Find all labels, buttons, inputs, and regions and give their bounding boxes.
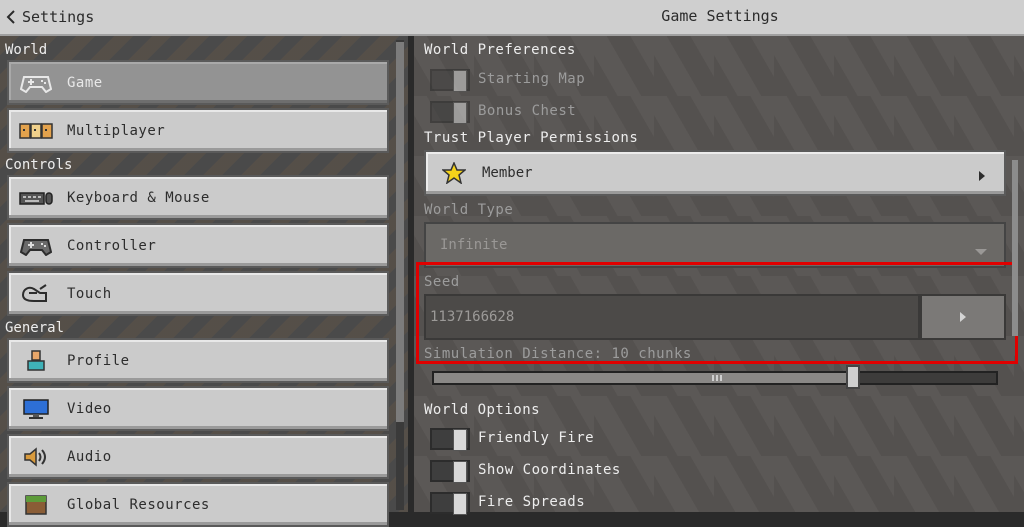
back-button[interactable]: Settings — [6, 6, 94, 28]
sidebar-item-label: Video — [67, 400, 112, 417]
sidebar-item-video[interactable]: Video — [7, 386, 389, 431]
show-coordinates-toggle[interactable] — [430, 460, 470, 483]
sidebar-item-controller[interactable]: Controller — [7, 223, 389, 268]
sidebar-item-keyboard-mouse[interactable]: Keyboard & Mouse — [7, 175, 389, 220]
trust-permissions-dropdown[interactable]: Member — [424, 150, 1006, 196]
star-icon — [440, 161, 468, 188]
toggle-knob — [453, 102, 467, 124]
sidebar-item-label: Game — [67, 74, 103, 91]
controller-icon — [19, 234, 53, 258]
sidebar-item-profile[interactable]: Profile — [7, 338, 389, 383]
slider-handle[interactable] — [846, 365, 860, 389]
speaker-icon — [19, 445, 53, 469]
bonus-chest-toggle[interactable] — [430, 101, 470, 124]
sidebar-item-label: Controller — [67, 237, 157, 254]
back-label: Settings — [22, 8, 95, 26]
toggle-knob — [453, 70, 467, 92]
bonus-chest-label: Bonus Chest — [478, 103, 577, 119]
section-heading-trust-permissions: Trust Player Permissions — [424, 130, 639, 146]
sidebar-item-label: Global Resources — [67, 496, 210, 513]
highlight-box — [416, 262, 1018, 364]
fire-spreads-toggle[interactable] — [430, 492, 470, 515]
trust-permissions-value: Member — [482, 165, 533, 181]
sidebar-scrollbar-thumb[interactable] — [396, 42, 404, 422]
section-heading-world-options: World Options — [424, 402, 541, 418]
toggle-knob — [453, 429, 467, 451]
sidebar-item-touch[interactable]: Touch — [7, 271, 389, 316]
chevron-right-icon — [978, 167, 986, 186]
show-coordinates-label: Show Coordinates — [478, 462, 621, 478]
sidebar-item-global-resources[interactable]: Global Resources — [7, 482, 389, 527]
touch-icon — [19, 282, 53, 306]
sidebar-item-game[interactable]: Game — [7, 60, 389, 105]
sidebar-scrollbar[interactable] — [396, 40, 404, 510]
slider-fill — [434, 373, 856, 383]
sidebar-item-label: Audio — [67, 448, 112, 465]
world-type-value: Infinite — [440, 237, 508, 253]
keyboard-icon — [19, 186, 53, 210]
controller-icon — [19, 71, 53, 95]
friendly-fire-toggle[interactable] — [430, 428, 470, 451]
page-title: Game Settings — [661, 7, 779, 25]
settings-scrollbar-thumb[interactable] — [1012, 160, 1018, 336]
sidebar-item-label: Profile — [67, 352, 130, 369]
section-heading-world-type: World Type — [424, 202, 514, 218]
section-heading-world-preferences: World Preferences — [424, 42, 576, 58]
sidebar-item-label: Keyboard & Mouse — [67, 189, 210, 206]
simulation-distance-slider[interactable] — [432, 371, 998, 385]
profile-icon — [19, 349, 53, 373]
top-bar: Settings Game Settings — [0, 0, 1024, 36]
slider-midpoint-marker — [712, 375, 722, 381]
starting-map-toggle[interactable] — [430, 69, 470, 92]
grass-block-icon — [19, 493, 53, 517]
sidebar-item-audio[interactable]: Audio — [7, 434, 389, 479]
sidebar-item-label: Touch — [67, 285, 112, 302]
friendly-fire-label: Friendly Fire — [478, 430, 595, 446]
sidebar-item-multiplayer[interactable]: Multiplayer — [7, 108, 389, 153]
chevron-down-icon — [974, 241, 988, 260]
sidebar-item-label: Multiplayer — [67, 122, 166, 139]
multiplayer-icon — [19, 119, 53, 143]
monitor-icon — [19, 397, 53, 421]
fire-spreads-label: Fire Spreads — [478, 494, 586, 510]
toggle-knob — [453, 461, 467, 483]
section-label-world: World — [5, 42, 48, 58]
starting-map-label: Starting Map — [478, 71, 586, 87]
section-label-controls: Controls — [5, 157, 73, 173]
chevron-left-icon — [6, 10, 15, 24]
section-label-general: General — [5, 320, 65, 336]
